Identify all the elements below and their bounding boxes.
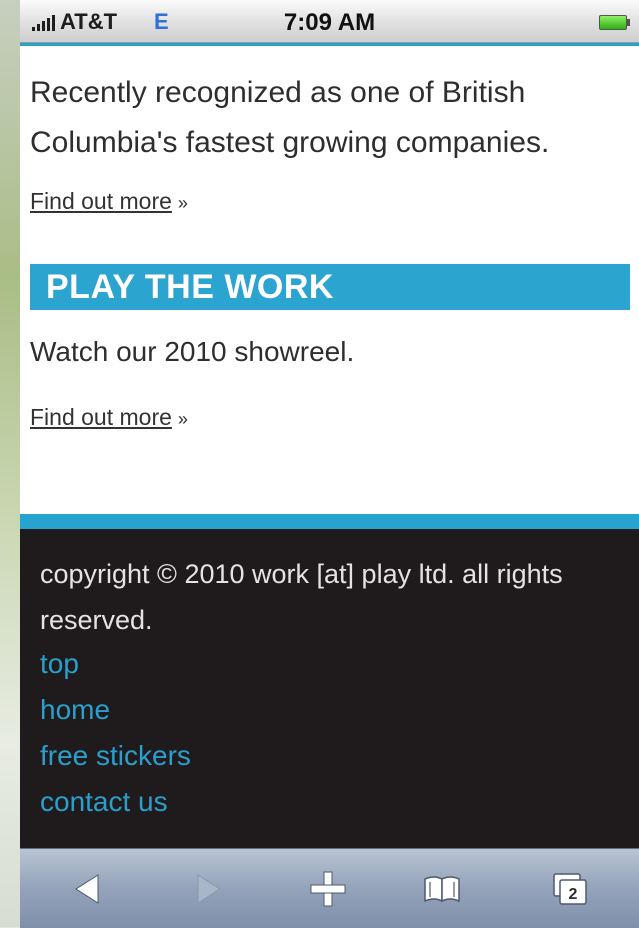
page-background (0, 0, 22, 927)
pages-icon: 2 (553, 872, 587, 905)
phone-screen: AT&T E 7:09 AM Recently recognized as on… (20, 0, 639, 928)
intro-text: Recently recognized as one of British Co… (30, 76, 550, 159)
battery-icon (599, 15, 630, 30)
showreel-find-out-more-link[interactable]: Find out more (30, 404, 172, 430)
tab-count: 2 (569, 886, 578, 903)
section-text: Watch our 2010 showreel. (30, 336, 355, 367)
footer-links: top home free stickers contact us (40, 641, 191, 825)
back-button[interactable] (48, 849, 128, 928)
add-bookmark-button[interactable] (288, 849, 368, 928)
header-accent-line (20, 43, 639, 46)
intro-link-row: Find out more» (30, 188, 188, 215)
forward-button[interactable] (168, 849, 248, 928)
bookmarks-button[interactable] (402, 849, 482, 928)
footer: copyright © 2010 work [at] play ltd. all… (20, 529, 639, 848)
section-title: PLAY THE WORK (46, 268, 334, 306)
footer-link-free-stickers[interactable]: free stickers (40, 733, 191, 779)
section-link-row: Find out more» (30, 404, 188, 431)
forward-icon (197, 873, 221, 904)
browser-toolbar: 2 (20, 848, 639, 928)
footer-link-home[interactable]: home (40, 687, 191, 733)
raquo-icon: » (177, 193, 188, 213)
raquo-icon: » (177, 409, 188, 429)
footer-link-contact-us[interactable]: contact us (40, 779, 191, 825)
bookmarks-icon (424, 875, 460, 902)
add-icon (310, 871, 346, 906)
status-bar: AT&T E 7:09 AM (20, 0, 639, 43)
status-time: 7:09 AM (283, 9, 376, 36)
copyright-text: copyright © 2010 work [at] play ltd. all… (40, 559, 563, 635)
find-out-more-link[interactable]: Find out more (30, 188, 172, 214)
footer-accent-bar (20, 514, 639, 529)
section-header: PLAY THE WORK (30, 264, 630, 310)
pages-button[interactable]: 2 (530, 849, 610, 928)
back-icon (75, 873, 99, 904)
footer-link-top[interactable]: top (40, 641, 191, 687)
